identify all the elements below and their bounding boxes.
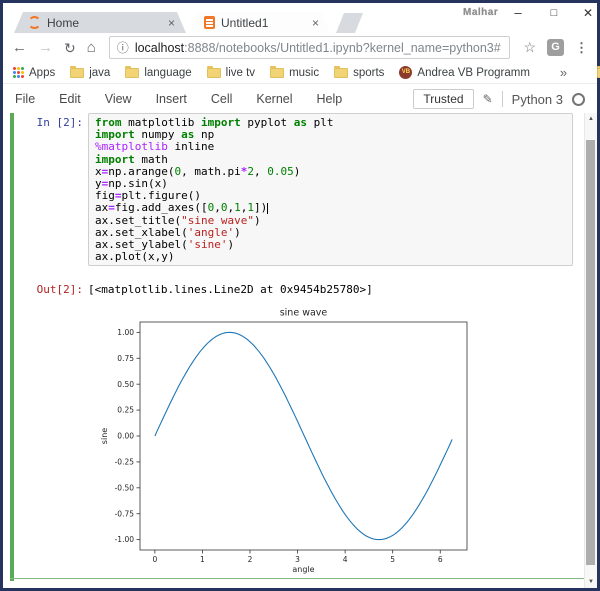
edit-mode-icon: ✎ — [483, 92, 493, 106]
extension-badge-icon[interactable]: G — [547, 39, 564, 56]
x-tick-label: 5 — [390, 555, 395, 564]
x-tick-label: 0 — [152, 555, 157, 564]
back-button[interactable]: ← — [12, 40, 27, 55]
x-tick-label: 4 — [343, 555, 348, 564]
kernel-name-label: Python 3 — [512, 92, 563, 107]
notebook-area: In [2]: from matplotlib import pyplot as… — [3, 113, 597, 588]
tab-close-icon[interactable]: × — [166, 16, 177, 30]
menu-kernel[interactable]: Kernel — [256, 92, 292, 106]
scrollbar-thumb[interactable] — [586, 140, 595, 565]
highlight-border-bottom — [10, 578, 586, 579]
bookmark-folder-sports[interactable]: sports — [334, 67, 384, 79]
input-prompt: In [2]: — [3, 116, 83, 129]
apps-label: Apps — [29, 67, 55, 79]
url-path: :8888/notebooks/Untitled1.ipynb?kernel_n… — [184, 41, 501, 55]
tab-untitled1-label: Untitled1 — [221, 16, 304, 30]
bookmark-folder-music[interactable]: music — [270, 67, 319, 79]
tab-close-icon[interactable]: × — [310, 16, 321, 30]
close-window-button[interactable]: ✕ — [578, 5, 598, 21]
y-tick-label: 0.00 — [117, 432, 134, 441]
site-favicon: VB — [399, 66, 412, 79]
folder-icon — [70, 68, 84, 78]
code-cell-editor[interactable]: from matplotlib import pyplot as pltimpo… — [88, 113, 573, 266]
browser-window: Malhar – □ ✕ Home × Untitled1 × ← → ↻ ⌂ … — [0, 0, 600, 591]
kernel-status-icon — [572, 93, 585, 106]
output-text: [<matplotlib.lines.Line2D at 0x9454b2578… — [88, 283, 373, 296]
home-button[interactable]: ⌂ — [87, 40, 96, 55]
menu-view[interactable]: View — [105, 92, 132, 106]
tab-home[interactable]: Home × — [14, 12, 186, 33]
bookmark-folder-label: live tv — [226, 67, 255, 79]
bookmark-folder-label: sports — [353, 67, 384, 79]
scroll-up-icon[interactable]: ▲ — [585, 116, 597, 122]
bookmark-folder-label: music — [289, 67, 319, 79]
notebook-menubar: File Edit View Insert Cell Kernel Help Trusted… — [3, 85, 597, 113]
address-bar[interactable]: ⓘ localhost:8888/notebooks/Untitled1.ipy… — [109, 36, 511, 59]
chrome-menu-icon[interactable]: ⋮ — [575, 40, 588, 56]
scrollbar[interactable]: ▲ ▼ — [584, 113, 597, 588]
y-tick-label: 0.25 — [117, 406, 134, 415]
axes-box — [140, 322, 467, 550]
scroll-down-icon[interactable]: ▼ — [585, 579, 597, 585]
bookmark-folders: java language live tv music sports — [70, 67, 384, 79]
y-tick-label: -0.50 — [115, 483, 135, 492]
tab-home-label: Home — [47, 16, 160, 30]
bookmark-folder-label: language — [144, 67, 191, 79]
info-icon[interactable]: ⓘ — [117, 39, 129, 56]
menu-file[interactable]: File — [15, 92, 35, 106]
plot-title: sine wave — [280, 308, 328, 319]
menubar-divider — [502, 91, 503, 107]
x-tick-label: 2 — [248, 555, 253, 564]
apps-grid-icon — [13, 67, 24, 78]
y-tick-label: 1.00 — [117, 328, 134, 337]
y-tick-label: -0.25 — [115, 458, 135, 467]
y-tick-label: -1.00 — [115, 535, 135, 544]
menu-help[interactable]: Help — [317, 92, 343, 106]
x-tick-label: 1 — [200, 555, 205, 564]
y-tick-label: 0.50 — [117, 380, 134, 389]
folder-icon — [334, 68, 348, 78]
trusted-button[interactable]: Trusted — [413, 89, 473, 109]
highlight-border-left — [10, 113, 14, 581]
maximize-button[interactable]: □ — [544, 5, 564, 21]
folder-icon — [270, 68, 284, 78]
reload-button[interactable]: ↻ — [64, 41, 76, 55]
folder-icon — [207, 68, 221, 78]
windows-user-label: Malhar — [463, 7, 498, 18]
code-line: ax.plot(x,y) — [95, 251, 566, 263]
folder-icon — [125, 68, 139, 78]
menu-edit[interactable]: Edit — [59, 92, 81, 106]
bookmark-folder-language[interactable]: language — [125, 67, 191, 79]
menu-items: File Edit View Insert Cell Kernel Help — [15, 92, 342, 106]
notebook-file-icon — [204, 16, 215, 29]
bookmark-folder-label: java — [89, 67, 110, 79]
menubar-right: Trusted ✎ Python 3 — [413, 89, 585, 109]
bookmark-andrea-vb[interactable]: VB Andrea VB Programm — [399, 66, 530, 79]
x-tick-label: 6 — [438, 555, 443, 564]
y-axis-label: sine — [100, 428, 109, 444]
bookmark-star-icon[interactable]: ☆ — [523, 39, 536, 56]
url-host: localhost — [135, 41, 184, 55]
forward-button[interactable]: → — [38, 40, 53, 55]
bookmark-andrea-vb-label: Andrea VB Programm — [417, 67, 530, 79]
jupyter-logo-icon — [28, 16, 41, 29]
browser-toolbar: ← → ↻ ⌂ ⓘ localhost:8888/notebooks/Untit… — [3, 33, 597, 62]
tab-untitled1[interactable]: Untitled1 × — [190, 12, 330, 33]
sine-wave-plot: sine wave angle sine 0 1 2 3 4 5 6 -1.00 -0.75 -0.50… — [100, 306, 480, 576]
bookmark-folder-java[interactable]: java — [70, 67, 110, 79]
apps-shortcut[interactable]: Apps — [13, 67, 55, 79]
menu-insert[interactable]: Insert — [156, 92, 187, 106]
minimize-button[interactable]: – — [508, 5, 528, 21]
y-tick-label: -0.75 — [115, 509, 135, 518]
bookmarks-overflow-icon[interactable]: » — [560, 65, 567, 80]
bookmarks-bar: Apps java language live tv music sports VB A… — [3, 62, 597, 84]
x-tick-label: 3 — [295, 555, 300, 564]
output-prompt: Out[2]: — [3, 283, 83, 296]
x-axis-label: angle — [292, 565, 314, 574]
sine-curve — [155, 332, 452, 539]
bookmark-folder-live-tv[interactable]: live tv — [207, 67, 255, 79]
text-cursor — [267, 203, 268, 214]
menu-cell[interactable]: Cell — [211, 92, 233, 106]
y-tick-label: 0.75 — [117, 354, 134, 363]
